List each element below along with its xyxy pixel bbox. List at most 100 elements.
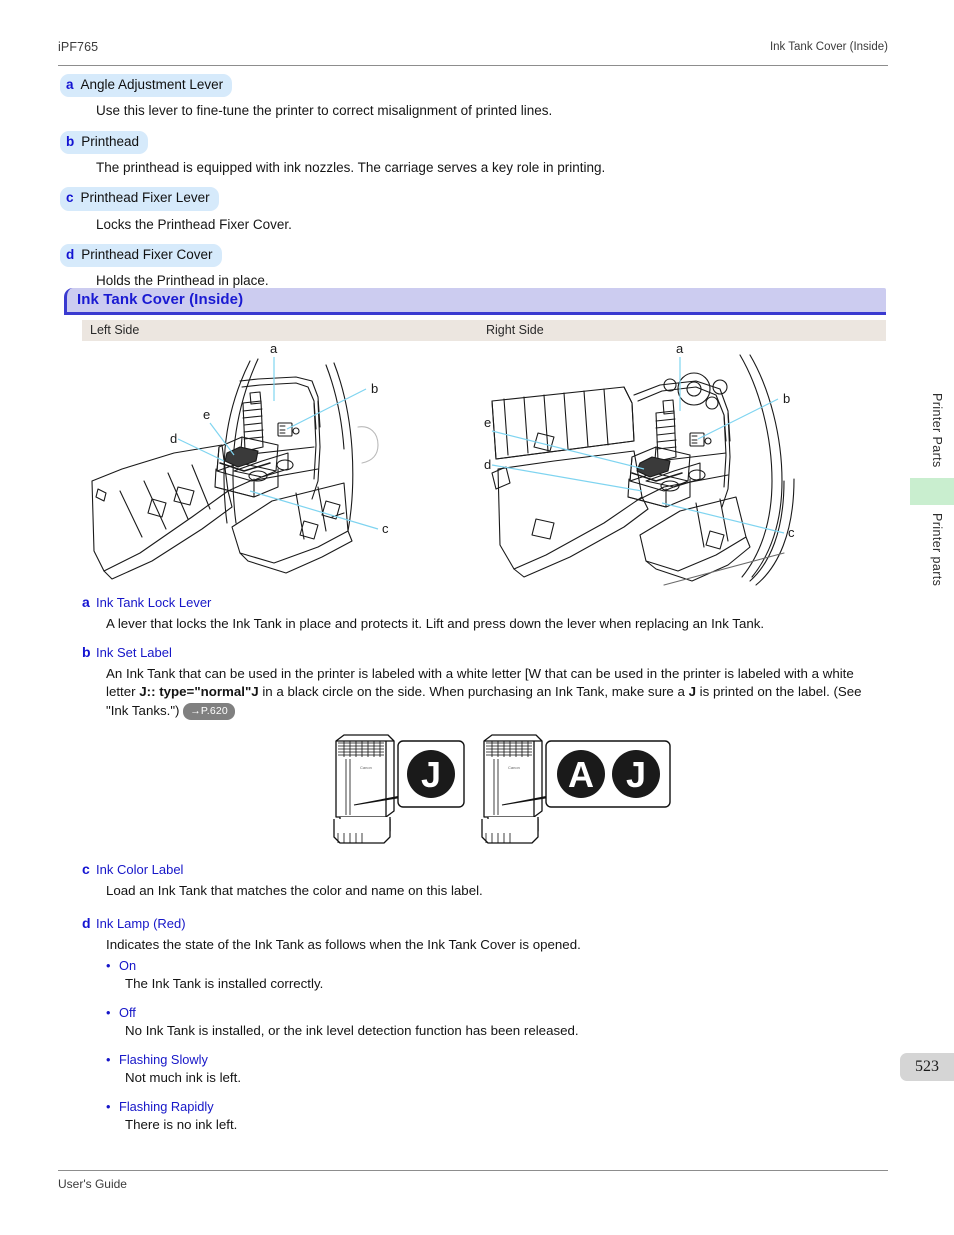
lamp-state-heading: • Flashing Rapidly: [106, 1099, 806, 1114]
figure-left-side: a b c d e: [82, 341, 484, 591]
item-letter: a: [66, 77, 74, 92]
lamp-state-desc: There is no ink left.: [125, 1117, 238, 1132]
item-chip-c: c Printhead Fixer Lever: [60, 187, 219, 211]
figure-label-e: e: [203, 407, 210, 422]
caption-right-side: Right Side: [486, 323, 544, 337]
figure-label-d: d: [170, 431, 177, 446]
note-heading: c Ink Color Label: [82, 861, 888, 878]
list-item: d Printhead Fixer Cover Holds the Printhe…: [60, 243, 890, 291]
note-title: Ink Set Label: [96, 645, 172, 661]
item-chip-d: d Printhead Fixer Cover: [60, 243, 222, 268]
lamp-state-off: • Off No Ink Tank is installed, or the in…: [106, 1005, 806, 1038]
note-heading: b Ink Set Label: [82, 644, 888, 661]
section-heading-bar: Ink Tank Cover (Inside): [64, 288, 886, 315]
ink-tank-illustration: Canon J Canon A J: [333, 734, 671, 844]
list-item: a Angle Adjustment Lever Use this lever t…: [60, 74, 890, 121]
note-d: d Ink Lamp (Red) Indicates the state of t…: [82, 915, 888, 954]
figure-label-b: b: [371, 381, 378, 396]
lamp-state-desc: Not much ink is left.: [125, 1070, 242, 1085]
tank2-circle-a-letter: A: [568, 754, 594, 795]
bullet-icon: •: [106, 1005, 111, 1020]
tank-brand-text: Canon: [360, 765, 372, 770]
bullet-icon: •: [106, 1052, 111, 1067]
note-body: Indicates the state of the Ink Tank as f…: [106, 936, 581, 952]
tank2-circle-b-letter: J: [626, 754, 646, 795]
figure-label-e: e: [484, 415, 491, 430]
lamp-state-flashing-slowly: • Flashing Slowly Not much ink is left.: [106, 1052, 806, 1085]
lamp-state-heading: • Flashing Slowly: [106, 1052, 806, 1067]
note-body: Load an Ink Tank that matches the color …: [106, 882, 483, 898]
side-tab-printer-parts-section[interactable]: Printer parts: [930, 513, 944, 586]
callout-note-list-2: c Ink Color Label Load an Ink Tank that m…: [82, 861, 888, 965]
figure-right-leader-lines: a b c d e: [484, 341, 795, 540]
figure-label-b: b: [783, 391, 790, 406]
lamp-state-label: Flashing Rapidly: [119, 1099, 214, 1114]
note-title: Ink Tank Lock Lever: [96, 595, 212, 610]
caption-left-side: Left Side: [90, 323, 140, 337]
note-letter: c: [82, 861, 90, 877]
bullet-icon: •: [106, 1099, 111, 1114]
note-letter: b: [82, 644, 91, 661]
note-letter: d: [82, 915, 91, 932]
note-a: a Ink Tank Lock Lever A lever that locks …: [82, 594, 888, 633]
note-heading: d Ink Lamp (Red): [82, 915, 888, 932]
item-title: Printhead Fixer Cover: [81, 246, 213, 262]
figure-left-leader-lines: a b c d e: [170, 341, 389, 536]
figure-label-c: c: [788, 525, 795, 540]
tank1-circle-letter: J: [421, 754, 441, 795]
figure-label-d: d: [484, 457, 491, 472]
figure-group: a b c d e a b c d e: [82, 341, 886, 591]
lamp-state-label: Flashing Slowly: [119, 1052, 208, 1067]
item-chip-a: a Angle Adjustment Lever: [60, 74, 233, 98]
lamp-state-heading: • On: [106, 958, 806, 973]
page-footer: User's Guide: [58, 1170, 888, 1191]
item-description: Use this lever to fine-tune the printer …: [96, 103, 553, 119]
list-item: c Printhead Fixer Lever Locks the Printhe…: [60, 187, 890, 234]
item-letter: d: [66, 246, 75, 262]
item-chip-b: b Printhead: [60, 130, 149, 154]
note-title: Ink Lamp (Red): [96, 916, 186, 932]
document-page: iPF765 Ink Tank Cover (Inside) a Angle Ad…: [0, 0, 954, 1235]
header-model-name: iPF765: [58, 40, 99, 54]
ink-tank-label-diagram: Canon J Canon A J: [320, 733, 700, 853]
side-tab-active-marker[interactable]: [910, 478, 954, 505]
note-body-part2: in a black circle on the side. When purc…: [258, 684, 689, 700]
lamp-state-desc: The Ink Tank is installed correctly.: [125, 976, 324, 991]
footer-text: User's Guide: [58, 1177, 127, 1191]
item-title: Angle Adjustment Lever: [80, 77, 224, 92]
page-title: Ink Tank Cover (Inside): [77, 291, 244, 308]
lamp-state-label: Off: [119, 1005, 136, 1020]
lamp-state-heading: • Off: [106, 1005, 806, 1020]
lamp-state-desc: No Ink Tank is installed, or the ink lev…: [125, 1023, 579, 1038]
lamp-state-flashing-rapidly: • Flashing Rapidly There is no ink left.: [106, 1099, 806, 1132]
bullet-icon: •: [106, 958, 111, 973]
lamp-state-list: • On The Ink Tank is installed correctly.…: [106, 958, 806, 1141]
lamp-state-on: • On The Ink Tank is installed correctly.: [106, 958, 806, 991]
running-header: iPF765 Ink Tank Cover (Inside): [58, 40, 888, 66]
item-letter: c: [66, 190, 74, 206]
figure-label-c: c: [382, 521, 389, 536]
note-heading: a Ink Tank Lock Lever: [82, 594, 888, 611]
top-item-list: a Angle Adjustment Lever Use this lever t…: [60, 74, 890, 300]
item-description: The printhead is equipped with ink nozzl…: [96, 160, 606, 175]
note-body: An Ink Tank that can be used in the prin…: [106, 665, 886, 721]
page-reference-badge[interactable]: →P.620: [183, 702, 235, 721]
figure-caption-band: Left Side Right Side: [82, 320, 886, 341]
note-body: A lever that locks the Ink Tank in place…: [106, 615, 765, 631]
item-title: Printhead: [81, 133, 140, 149]
note-c: c Ink Color Label Load an Ink Tank that m…: [82, 861, 888, 900]
figure-label-a: a: [270, 341, 278, 356]
callout-note-list: a Ink Tank Lock Lever A lever that locks …: [82, 594, 888, 731]
side-tab-printer-parts-chapter[interactable]: Printer Parts: [930, 393, 944, 468]
figure-right-side: a b c d e: [484, 341, 886, 591]
lamp-state-label: On: [119, 958, 137, 973]
note-title: Ink Color Label: [96, 862, 184, 877]
note-b: b Ink Set Label An Ink Tank that can be u…: [82, 644, 888, 721]
figure-label-a: a: [676, 341, 684, 356]
note-letter: a: [82, 594, 90, 610]
item-letter: b: [66, 133, 75, 149]
list-item: b Printhead The printhead is equipped wit…: [60, 130, 890, 178]
note-body-bold2: J: [688, 684, 696, 700]
item-title: Printhead Fixer Lever: [80, 190, 210, 206]
page-number-badge: 523: [900, 1053, 954, 1081]
